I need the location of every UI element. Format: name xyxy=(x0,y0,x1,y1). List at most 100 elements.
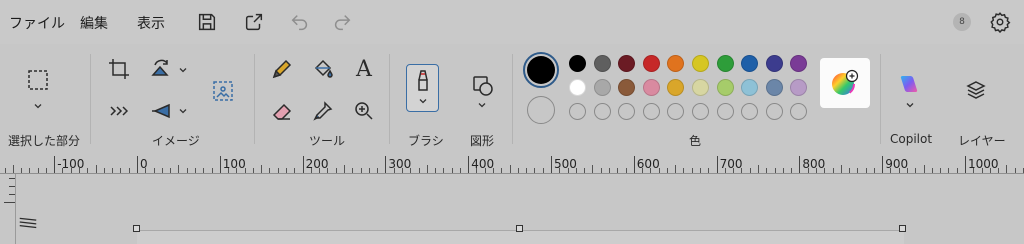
canvas-resize-handle[interactable] xyxy=(899,225,906,232)
rotate-icon[interactable] xyxy=(146,54,176,84)
color-swatch[interactable] xyxy=(569,79,586,96)
color-swatch[interactable] xyxy=(593,79,611,96)
canvas-resize-handle[interactable] xyxy=(133,225,140,232)
ruler-minor-tick xyxy=(666,168,668,173)
ruler-major-tick xyxy=(882,156,884,173)
rotate-chevron-down-icon[interactable] xyxy=(177,64,189,76)
ruler-minor-tick xyxy=(310,168,312,173)
ruler-minor-tick xyxy=(286,168,288,173)
ruler-minor-tick xyxy=(600,168,602,173)
brush-button[interactable] xyxy=(406,64,439,112)
canvas[interactable] xyxy=(137,231,904,244)
horizontal-ruler: -100 0 100 200 300 400 500 600 700 800 900 1000 xyxy=(0,156,1024,174)
ruler-major-tick xyxy=(716,156,718,173)
ruler-minor-tick xyxy=(815,168,817,173)
color-swatch[interactable] xyxy=(692,103,709,120)
ruler-minor-tick xyxy=(70,168,72,173)
ruler-minor-tick xyxy=(584,168,586,173)
color-swatch[interactable] xyxy=(569,55,586,72)
copilot-chevron-down-icon[interactable] xyxy=(904,99,916,111)
ruler-minor-tick xyxy=(103,168,105,173)
undo-icon[interactable] xyxy=(289,11,311,33)
ruler-major-tick xyxy=(799,156,801,173)
layers-icon[interactable] xyxy=(961,75,991,105)
color-swatch[interactable] xyxy=(765,103,783,120)
ribbon-divider xyxy=(254,54,255,144)
ruler-minor-tick xyxy=(236,168,238,173)
ruler-minor-tick xyxy=(1006,165,1008,173)
ruler-major-tick xyxy=(302,156,304,173)
color-swatch[interactable] xyxy=(716,79,734,96)
ruler-minor-tick xyxy=(170,168,172,173)
fill-bucket-icon[interactable] xyxy=(308,54,338,84)
share-icon[interactable] xyxy=(243,11,265,33)
ruler-minor-tick xyxy=(526,168,528,173)
color-swatch[interactable] xyxy=(593,103,611,120)
ruler-minor-tick xyxy=(62,168,64,173)
ruler-minor-tick xyxy=(145,168,147,173)
color-swatch[interactable] xyxy=(716,55,734,72)
ruler-minor-tick xyxy=(542,168,544,173)
shapes-icon[interactable] xyxy=(467,70,499,102)
select-rectangle-icon[interactable] xyxy=(22,64,54,96)
ribbon-divider xyxy=(880,54,881,144)
ruler-minor-tick xyxy=(319,168,321,173)
magnifier-icon[interactable] xyxy=(349,96,379,126)
color-swatch[interactable] xyxy=(593,55,611,72)
ruler-minor-tick xyxy=(857,168,859,173)
ruler-minor-tick xyxy=(923,165,925,173)
shapes-chevron-down-icon[interactable] xyxy=(476,99,488,111)
color-swatch[interactable] xyxy=(642,79,660,96)
primary-color-button[interactable] xyxy=(523,52,559,88)
color-swatch[interactable] xyxy=(642,55,660,72)
ruler-minor-tick xyxy=(459,168,461,173)
ruler-minor-tick xyxy=(658,168,660,173)
ruler-label: 500 xyxy=(554,157,577,171)
copilot-icon[interactable] xyxy=(893,68,925,100)
ruler-minor-tick xyxy=(683,168,685,173)
text-tool-icon[interactable]: A xyxy=(349,54,379,84)
color-swatch[interactable] xyxy=(692,79,709,96)
save-icon[interactable] xyxy=(196,11,218,33)
color-swatch[interactable] xyxy=(716,103,734,120)
flip-icon[interactable] xyxy=(146,96,176,126)
color-picker-icon[interactable] xyxy=(308,96,338,126)
canvas-resize-handle[interactable] xyxy=(516,225,523,232)
flip-chevron-down-icon[interactable] xyxy=(177,105,189,117)
ruler-minor-tick xyxy=(907,168,909,173)
redo-icon[interactable] xyxy=(331,11,353,33)
ruler-minor-tick xyxy=(534,168,536,173)
secondary-color-button[interactable] xyxy=(527,96,555,124)
selection-chevron-down-icon[interactable] xyxy=(32,100,44,112)
background-removal-icon[interactable] xyxy=(207,75,239,107)
ruler-minor-tick xyxy=(327,168,329,173)
ruler-minor-tick xyxy=(700,168,702,173)
ruler-minor-tick xyxy=(37,168,39,173)
color-swatch[interactable] xyxy=(692,55,709,72)
crop-icon[interactable] xyxy=(104,54,134,84)
ruler-label: 100 xyxy=(222,157,246,171)
ruler-minor-tick xyxy=(1014,168,1016,173)
color-swatch[interactable] xyxy=(642,103,660,120)
eraser-icon[interactable] xyxy=(267,96,297,126)
gear-icon[interactable] xyxy=(989,11,1011,34)
account-avatar[interactable]: 8 xyxy=(953,13,971,31)
ruler-minor-tick xyxy=(45,168,47,173)
ruler-minor-tick xyxy=(252,168,254,173)
ruler-minor-tick xyxy=(642,168,644,173)
color-swatch[interactable] xyxy=(569,103,586,120)
ruler-minor-tick xyxy=(708,168,710,173)
text-tool-glyph: A xyxy=(356,56,372,82)
color-swatch[interactable] xyxy=(765,79,783,96)
ruler-minor-tick xyxy=(435,168,437,173)
ruler-toggle-icon[interactable] xyxy=(17,212,39,232)
color-swatch[interactable] xyxy=(765,55,783,72)
pencil-icon[interactable] xyxy=(267,54,297,84)
ruler-major-tick xyxy=(633,156,635,173)
edit-colors-button[interactable] xyxy=(820,58,870,108)
menu-edit[interactable]: 編集 xyxy=(80,13,108,33)
resize-icon[interactable] xyxy=(104,96,134,126)
menu-view[interactable]: 表示 xyxy=(137,13,165,33)
menu-file[interactable]: ファイル xyxy=(9,13,65,33)
group-label-colors: 色 xyxy=(689,134,702,148)
